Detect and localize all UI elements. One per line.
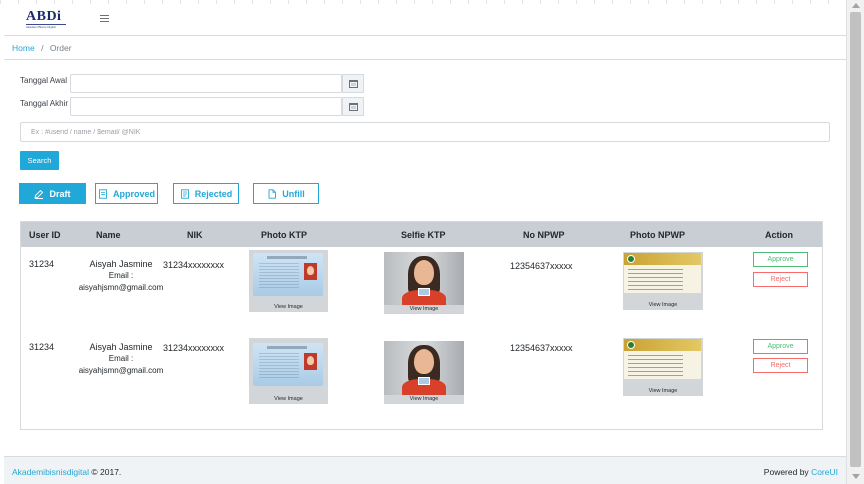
npwp-card-image [624,339,701,379]
tab-approved-label: Approved [112,188,155,199]
ktp-card-image [253,343,323,386]
column-selfie-ktp: Selfie KTP [401,230,446,240]
email-label: Email : [108,354,134,363]
brand-logo[interactable]: ABDi Akademi Bisnis Digital [26,10,74,32]
approve-button[interactable]: Approve [753,252,808,267]
footer-brand-link[interactable]: Akademibisnisdigital [12,467,89,477]
view-image-link[interactable]: View Image [384,395,464,404]
selfie-image [384,341,464,395]
end-date-label: Tanggal Akhir [20,99,69,108]
blank-file-icon [267,188,277,199]
app-footer: Akademibisnisdigital © 2017. Powered by … [4,456,846,484]
brand-logo-text: ABDi [26,9,62,24]
brand-logo-tagline: Akademi Bisnis Digital [26,24,66,30]
order-table: User ID Name NIK Photo KTP Selfie KTP No… [20,221,823,430]
view-image-link[interactable]: View Image [249,395,328,404]
footer-coreui-link[interactable]: CoreUI [811,467,838,477]
scroll-up-arrow-icon[interactable] [852,3,860,8]
ktp-card-image [253,253,323,296]
user-email: aisyahjsmn@gmail.com [78,283,164,292]
column-name: Name [96,230,121,240]
document-icon [98,188,108,199]
reject-button[interactable]: Reject [753,272,808,287]
name-cell: Aisyah Jasmine Email : aisyahjsmn@gmail.… [66,341,176,377]
npwp-card-image [624,253,701,293]
footer-copyright-text: © 2017. [91,467,122,477]
user-name: Aisyah Jasmine [89,342,153,352]
footer-powered-by: Powered by CoreUI [764,467,838,477]
search-button[interactable]: Search [20,151,59,170]
tab-approved[interactable]: Approved [95,183,158,204]
user-id-cell: 31234 [29,259,55,269]
start-date-label: Tanggal Awal [20,76,67,85]
tab-rejected[interactable]: Rejected [173,183,239,204]
view-image-link[interactable]: View Image [384,305,464,314]
table-header: User ID Name NIK Photo KTP Selfie KTP No… [21,222,822,247]
name-cell: Aisyah Jasmine Email : aisyahjsmn@gmail.… [66,258,176,294]
column-no-npwp: No NPWP [523,230,565,240]
column-action: Action [765,230,793,240]
reject-button[interactable]: Reject [753,358,808,373]
column-photo-npwp: Photo NPWP [630,230,685,240]
tab-draft-label: Draft [49,188,71,199]
column-photo-ktp: Photo KTP [261,230,307,240]
user-id-cell: 31234 [29,342,55,352]
user-email: aisyahjsmn@gmail.com [78,366,164,375]
npwp-number-cell: 12354637xxxxx [510,343,573,353]
breadcrumb-home-link[interactable]: Home [12,43,35,53]
scrollbar-thumb[interactable] [850,12,861,467]
selfie-image [384,252,464,305]
selfie-ktp-thumbnail[interactable]: View Image [384,341,464,404]
photo-ktp-thumbnail[interactable]: View Image [249,338,328,404]
footer-powered-by-text: Powered by [763,467,809,477]
view-image-link[interactable]: View Image [249,303,328,312]
photo-npwp-thumbnail[interactable]: View Image [623,338,703,396]
breadcrumb-current: Order [49,43,72,53]
calendar-icon [348,102,358,111]
main-content: Tanggal Awal Tanggal Akhir Search Draft … [4,60,846,456]
column-nik: NIK [187,230,203,240]
breadcrumb-separator: / [41,43,44,53]
tab-unfill-label: Unfill [282,188,305,199]
approve-button[interactable]: Approve [753,339,808,354]
column-user-id: User ID [29,230,61,240]
npwp-number-cell: 12354637xxxxx [510,261,573,271]
end-date-calendar-button[interactable] [342,97,364,116]
scroll-down-arrow-icon[interactable] [852,474,860,479]
start-date-calendar-button[interactable] [342,74,364,93]
view-image-link[interactable]: View Image [623,387,703,396]
photo-npwp-thumbnail[interactable]: View Image [623,252,703,310]
end-date-input[interactable] [70,97,342,116]
email-label: Email : [108,271,134,280]
nik-cell: 31234xxxxxxxx [163,260,225,270]
nik-cell: 31234xxxxxxxx [163,343,225,353]
pen-icon [34,189,44,199]
view-image-link[interactable]: View Image [623,301,703,310]
app-header: ABDi Akademi Bisnis Digital [4,4,846,36]
photo-ktp-thumbnail[interactable]: View Image [249,250,328,312]
tab-draft[interactable]: Draft [19,183,86,204]
list-document-icon [180,188,190,199]
page: ABDi Akademi Bisnis Digital Home / Order… [0,0,864,484]
footer-copyright: Akademibisnisdigital © 2017. [12,467,121,477]
hamburger-menu-icon[interactable] [99,13,111,25]
breadcrumb: Home / Order [4,36,846,60]
calendar-icon [348,79,358,88]
tab-unfill[interactable]: Unfill [253,183,319,204]
tab-rejected-label: Rejected [194,188,233,199]
vertical-scrollbar[interactable] [846,0,864,484]
search-input[interactable] [20,122,830,142]
start-date-input[interactable] [70,74,342,93]
user-name: Aisyah Jasmine [89,259,153,269]
selfie-ktp-thumbnail[interactable]: View Image [384,252,464,314]
